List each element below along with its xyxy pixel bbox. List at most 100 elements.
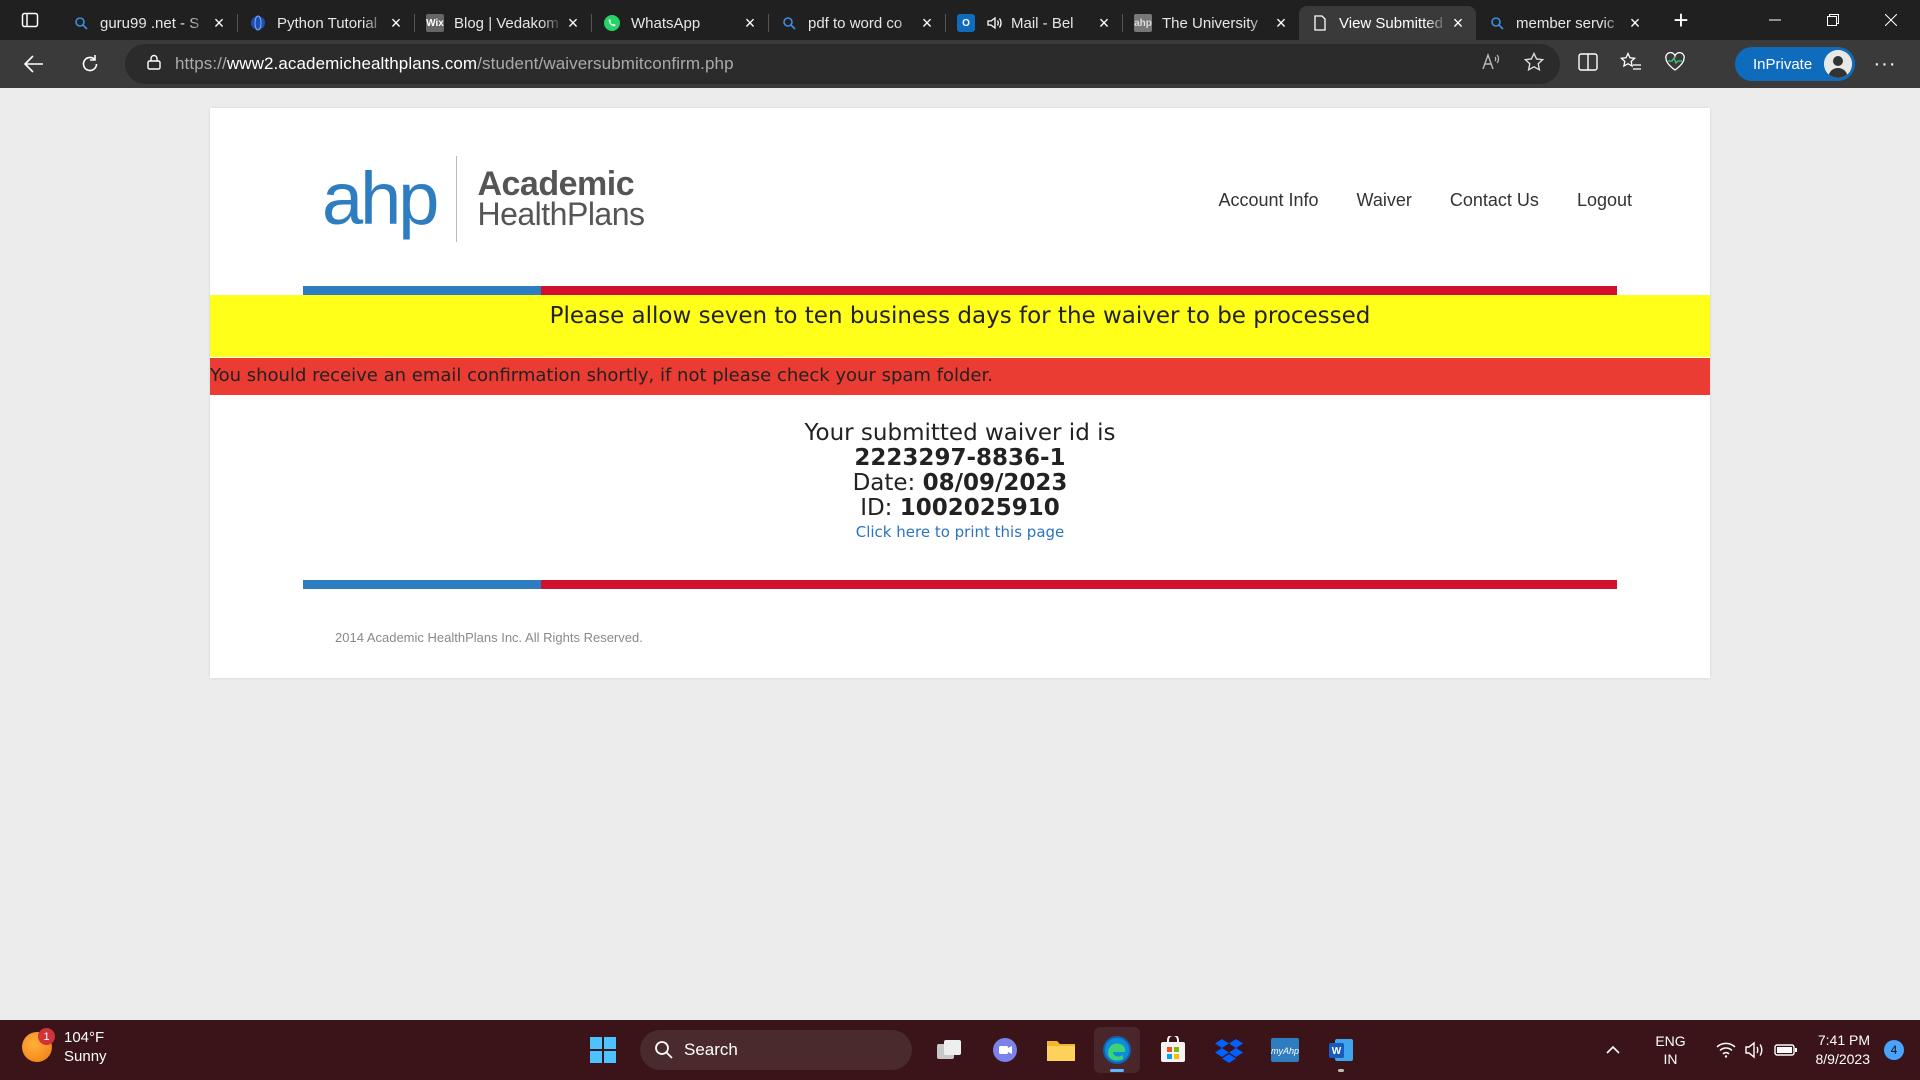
date-row: Date: 08/09/2023 bbox=[210, 471, 1710, 496]
browser-tab[interactable]: WhatsApp × bbox=[591, 6, 768, 40]
sun-icon: 1 bbox=[22, 1028, 55, 1062]
lock-icon[interactable] bbox=[147, 54, 161, 75]
id-row: ID: 1002025910 bbox=[210, 496, 1710, 521]
weather-temp: 104°F bbox=[64, 1029, 105, 1046]
page-card: ahp Academic HealthPlans Account Info Wa… bbox=[210, 108, 1710, 678]
nav-logout[interactable]: Logout bbox=[1577, 190, 1632, 211]
favorite-star-icon[interactable] bbox=[1523, 51, 1545, 77]
date-value: 08/09/2023 bbox=[922, 470, 1068, 496]
id-value: 1002025910 bbox=[899, 495, 1060, 521]
svg-text:myAhp: myAhp bbox=[1271, 1046, 1299, 1056]
header-stripe bbox=[303, 286, 1617, 295]
microsoft-store-icon[interactable] bbox=[1150, 1027, 1196, 1073]
whatsapp-icon bbox=[603, 14, 621, 32]
inprivate-button[interactable]: InPrivate bbox=[1735, 47, 1855, 81]
favorites-icon[interactable] bbox=[1619, 51, 1642, 77]
waiver-id: 2223297-8836-1 bbox=[854, 445, 1066, 471]
task-view-icon[interactable] bbox=[926, 1027, 972, 1073]
browser-tab[interactable]: ahp The University × bbox=[1122, 6, 1299, 40]
search-icon bbox=[72, 14, 90, 32]
close-tab-icon[interactable]: × bbox=[1271, 13, 1291, 33]
outlook-icon: O bbox=[957, 14, 975, 32]
inprivate-label: InPrivate bbox=[1753, 55, 1813, 73]
stripe-red bbox=[541, 286, 1617, 295]
stripe-blue bbox=[303, 286, 541, 295]
svg-text:W: W bbox=[1332, 1046, 1342, 1057]
tab-strip: guru99 .net - S × Python Tutorial × Wix … bbox=[60, 0, 1653, 40]
clock[interactable]: 7:41 PM 8/9/2023 bbox=[1816, 1031, 1871, 1069]
language-indicator[interactable]: ENG IN bbox=[1646, 1032, 1696, 1068]
window-controls bbox=[1746, 0, 1920, 40]
confirmation-block: Your submitted waiver id is 2223297-8836… bbox=[210, 421, 1710, 542]
ahp-icon: ahp bbox=[1134, 14, 1152, 32]
logo-line-2: HealthPlans bbox=[477, 195, 645, 232]
word-icon[interactable]: W bbox=[1318, 1027, 1364, 1073]
split-screen-icon[interactable] bbox=[1578, 52, 1598, 76]
browser-tab[interactable]: guru99 .net - S × bbox=[60, 6, 237, 40]
restore-icon[interactable] bbox=[1804, 0, 1862, 40]
file-explorer-icon[interactable] bbox=[1038, 1027, 1084, 1073]
close-tab-icon[interactable]: × bbox=[209, 13, 229, 33]
browser-tab[interactable]: O Mail - Bel × bbox=[945, 6, 1122, 40]
new-tab-button[interactable]: + bbox=[1661, 0, 1701, 40]
taskbar-search[interactable]: Search bbox=[640, 1030, 912, 1070]
weather-desc: Sunny bbox=[64, 1048, 107, 1065]
close-tab-icon[interactable]: × bbox=[563, 13, 583, 33]
tab-title: Python Tutorial bbox=[277, 14, 378, 32]
minimize-icon[interactable] bbox=[1746, 0, 1804, 40]
browser-tab[interactable]: Python Tutorial × bbox=[237, 6, 414, 40]
chevron-up-icon[interactable] bbox=[1605, 1045, 1620, 1055]
id-label: ID: bbox=[860, 495, 893, 521]
read-aloud-icon[interactable] bbox=[1482, 52, 1502, 76]
close-window-icon[interactable] bbox=[1862, 0, 1920, 40]
edge-browser-icon[interactable] bbox=[1094, 1027, 1140, 1073]
browser-tab[interactable]: pdf to word co × bbox=[768, 6, 945, 40]
url-text[interactable]: https://www2.academichealthplans.com/stu… bbox=[175, 54, 734, 74]
system-tray: ENG IN 7:41 PM 8/9/2023 4 bbox=[1605, 1020, 1920, 1080]
browser-tab[interactable]: Wix Blog | Vedakom × bbox=[414, 6, 591, 40]
nav-account-info[interactable]: Account Info bbox=[1218, 190, 1318, 211]
more-options-icon[interactable]: ··· bbox=[1870, 44, 1900, 84]
taskbar-apps: Search myAhp W bbox=[580, 1026, 1364, 1074]
tab-actions-icon[interactable] bbox=[0, 0, 60, 40]
wifi-icon[interactable] bbox=[1715, 1042, 1736, 1058]
weather-widget[interactable]: 1 104°F Sunny bbox=[22, 1028, 107, 1066]
browser-tab-bar: guru99 .net - S × Python Tutorial × Wix … bbox=[0, 0, 1920, 40]
close-tab-icon[interactable]: × bbox=[917, 13, 937, 33]
back-arrow-icon[interactable] bbox=[14, 44, 54, 84]
browser-tab-active[interactable]: View Submitted × bbox=[1299, 6, 1476, 40]
teams-chat-icon[interactable] bbox=[982, 1027, 1028, 1073]
date-label: Date: bbox=[852, 470, 916, 496]
browser-essentials-icon[interactable] bbox=[1664, 51, 1686, 77]
myahp-app-icon[interactable]: myAhp bbox=[1262, 1027, 1308, 1073]
tab-title: pdf to word co bbox=[808, 14, 903, 32]
browser-tab[interactable]: member servic × bbox=[1476, 6, 1653, 40]
site-logo[interactable]: ahp Academic HealthPlans bbox=[322, 156, 645, 242]
weather-text: 104°F Sunny bbox=[64, 1028, 107, 1066]
stripe-red bbox=[541, 580, 1617, 589]
close-tab-icon[interactable]: × bbox=[1094, 13, 1114, 33]
notification-badge[interactable]: 4 bbox=[1884, 1040, 1904, 1060]
windows-start-icon[interactable] bbox=[580, 1027, 626, 1073]
battery-icon[interactable] bbox=[1773, 1043, 1798, 1057]
url-bar[interactable]: https://www2.academichealthplans.com/stu… bbox=[125, 44, 1560, 84]
dropbox-icon[interactable] bbox=[1206, 1027, 1252, 1073]
tab-title: Mail - Bel bbox=[1011, 14, 1074, 32]
refresh-icon[interactable] bbox=[70, 44, 110, 84]
close-tab-icon[interactable]: × bbox=[386, 13, 406, 33]
close-tab-icon[interactable]: × bbox=[740, 13, 760, 33]
volume-icon[interactable] bbox=[1744, 1041, 1766, 1059]
avatar bbox=[1824, 50, 1852, 78]
nav-contact-us[interactable]: Contact Us bbox=[1450, 190, 1539, 211]
processing-notice: Please allow seven to ten business days … bbox=[210, 295, 1710, 357]
speaker-icon[interactable] bbox=[985, 14, 1003, 32]
clock-time: 7:41 PM bbox=[1817, 1032, 1870, 1048]
logo-ahp: ahp bbox=[322, 157, 439, 240]
search-label: Search bbox=[684, 1040, 738, 1059]
close-tab-icon[interactable]: × bbox=[1448, 13, 1468, 33]
nav-waiver[interactable]: Waiver bbox=[1357, 190, 1412, 211]
clock-date: 8/9/2023 bbox=[1815, 1051, 1871, 1067]
print-page-link[interactable]: Click here to print this page bbox=[856, 523, 1065, 541]
tab-title: WhatsApp bbox=[631, 14, 701, 32]
close-tab-icon[interactable]: × bbox=[1625, 13, 1645, 33]
